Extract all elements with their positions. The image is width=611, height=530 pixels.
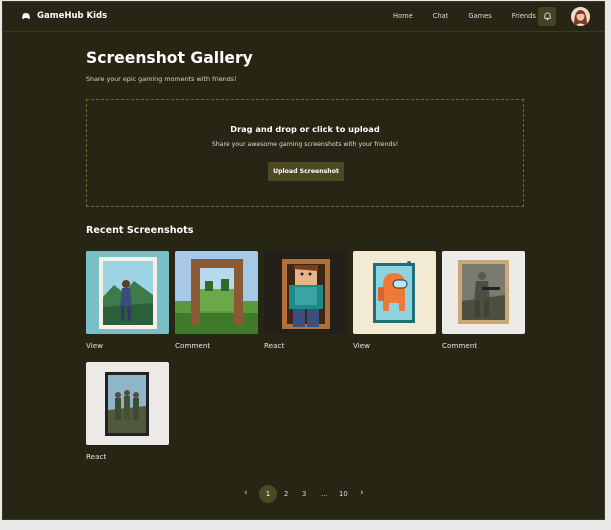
bell-icon [543, 12, 551, 21]
chevron-right-icon[interactable]: › [360, 488, 364, 498]
screenshot-thumbnail[interactable] [264, 251, 347, 334]
pagination: ‹ 1 2 3 ... 10 › [3, 485, 604, 505]
page-3-button[interactable]: 3 [302, 490, 306, 498]
screenshot-thumbnail[interactable] [175, 251, 258, 334]
page-2-button[interactable]: 2 [284, 490, 288, 498]
screenshot-action-label[interactable]: React [264, 341, 284, 350]
screenshot-image [353, 251, 436, 334]
pagination-ellipsis: ... [321, 490, 328, 498]
nav-link-home[interactable]: Home [393, 12, 413, 20]
app-window: GameHub Kids Home Chat Games Friends Scr… [2, 1, 605, 520]
nav-link-games[interactable]: Games [468, 12, 491, 20]
page-title: Screenshot Gallery [86, 49, 253, 67]
screenshot-image [86, 362, 169, 445]
screenshot-action-label[interactable]: React [86, 452, 106, 461]
page-1-button[interactable]: 1 [259, 485, 277, 503]
user-avatar[interactable] [571, 7, 590, 26]
nav-links: Home Chat Games Friends [393, 12, 556, 20]
upload-screenshot-button[interactable]: Upload Screenshot [268, 162, 344, 181]
recent-screenshots-heading: Recent Screenshots [86, 225, 194, 236]
screenshot-action-label[interactable]: View [86, 341, 103, 350]
screenshot-action-label[interactable]: Comment [175, 341, 210, 350]
brand[interactable]: GameHub Kids [21, 11, 107, 21]
notifications-button[interactable] [538, 7, 556, 26]
page-subtitle: Share your epic gaming moments with frie… [86, 75, 237, 83]
screenshot-thumbnail[interactable] [86, 362, 169, 445]
screenshot-image [442, 251, 525, 334]
nav-link-chat[interactable]: Chat [433, 12, 449, 20]
upload-dropzone[interactable]: Drag and drop or click to upload Share y… [86, 99, 524, 207]
gamepad-icon [22, 13, 30, 19]
screenshot-image [264, 251, 347, 334]
upload-title: Drag and drop or click to upload [230, 124, 380, 134]
screenshot-image [86, 251, 169, 334]
screenshot-thumbnail[interactable] [86, 251, 169, 334]
upload-subtitle: Share your awesome gaming screenshots wi… [211, 141, 399, 148]
avatar-image [571, 7, 590, 26]
screenshot-image [175, 251, 258, 334]
page-10-button[interactable]: 10 [339, 490, 348, 498]
screenshot-thumbnail[interactable] [353, 251, 436, 334]
screenshot-action-label[interactable]: View [353, 341, 370, 350]
nav-link-friends[interactable]: Friends [512, 12, 536, 20]
top-nav: GameHub Kids Home Chat Games Friends [3, 2, 604, 32]
screenshot-thumbnail[interactable] [442, 251, 525, 334]
brand-name: GameHub Kids [37, 11, 108, 21]
screenshot-action-label[interactable]: Comment [442, 341, 477, 350]
chevron-left-icon[interactable]: ‹ [244, 488, 248, 498]
